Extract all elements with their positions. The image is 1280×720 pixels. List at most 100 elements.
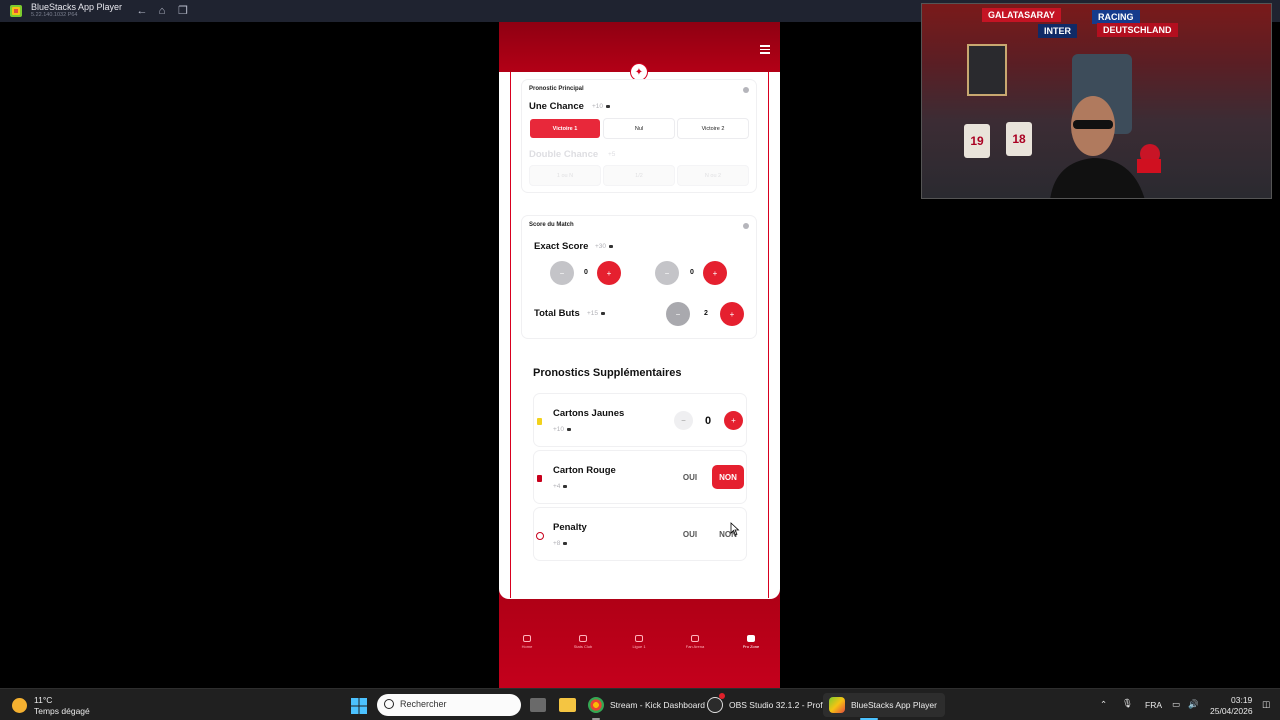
exact-score-title: Exact Score (534, 241, 589, 252)
football-icon (536, 532, 544, 540)
taskbar-app-kick[interactable]: Stream - Kick Dashboard (588, 693, 705, 717)
bottom-nav: Home Stats Club Ligue 1 Fan Arena Pro Zo… (499, 599, 780, 688)
nav-stats-club[interactable]: Stats Club (563, 635, 603, 649)
yellow-cards-plus-button[interactable]: + (724, 411, 743, 430)
scarf-banner: RACING (1092, 10, 1140, 24)
nav-fan-arena[interactable]: Fan Arena (675, 635, 715, 649)
coin-icon (563, 541, 568, 545)
red-card-row: Carton Rouge +4 OUI NON (534, 451, 746, 503)
search-icon (384, 699, 394, 709)
app-screen: ✦ Pronostic Principal Une Chance +10 Vic… (499, 22, 780, 688)
window-version: 5.22.140.1032 P64 (31, 12, 78, 18)
penalty-row: Penalty +8 OUI NON (534, 508, 746, 560)
total-goals-title: Total Buts (534, 308, 580, 319)
scarf-banner: GALATASARAY (982, 8, 1061, 22)
extras-title: Pronostics Supplémentaires (533, 367, 682, 379)
away-score-value: 0 (690, 269, 694, 276)
chevron-up-icon[interactable]: ⌃ (1100, 699, 1107, 710)
bluestacks-icon (829, 697, 845, 713)
total-goals-value: 2 (704, 310, 708, 317)
double-chance-title: Double Chance (529, 149, 599, 160)
red-card-points: +4 (553, 483, 568, 490)
nav-ligue-1[interactable]: Ligue 1 (619, 635, 659, 649)
option-victoire-2[interactable]: Victoire 2 (678, 119, 748, 138)
microphone-icon[interactable]: 🎙 (1122, 698, 1133, 709)
scarf-banner: INTER (1038, 24, 1077, 38)
option-nul[interactable]: Nul (604, 119, 674, 138)
clock-time[interactable]: 03:19 (1231, 695, 1252, 705)
away-score-minus-button[interactable]: − (655, 261, 679, 285)
multi-window-icon[interactable]: ❐ (176, 4, 190, 18)
clock-date[interactable]: 25/04/2026 (1210, 706, 1253, 716)
coin-icon (601, 311, 606, 315)
option-victoire-1[interactable]: Victoire 1 (530, 119, 600, 138)
double-chance-points: +5 (608, 151, 616, 158)
nav-home[interactable]: Home (507, 635, 547, 649)
exact-score-points: +30 (595, 243, 614, 250)
windows-start-icon[interactable] (351, 698, 367, 714)
file-explorer-icon[interactable] (559, 698, 576, 712)
penalty-title: Penalty (553, 522, 587, 533)
score-card: Score du Match Exact Score +30 − 0 + − 0… (522, 216, 756, 338)
taskbar-app-bluestacks[interactable]: BlueStacks App Player (823, 693, 945, 717)
red-card-title: Carton Rouge (553, 465, 616, 476)
jersey-frame: 19 (964, 124, 990, 158)
stats-icon (579, 635, 587, 642)
yellow-cards-minus-button[interactable]: − (674, 411, 693, 430)
red-card-yes-button[interactable]: OUI (677, 465, 703, 489)
language-indicator[interactable]: FRA (1145, 700, 1162, 710)
mouse-cursor-icon (730, 522, 740, 536)
home-score-plus-button[interactable]: + (597, 261, 621, 285)
hamburger-icon[interactable] (760, 45, 770, 54)
red-card-icon (537, 475, 542, 482)
task-view-icon[interactable] (530, 698, 546, 712)
weather-desc[interactable]: Temps dégagé (34, 706, 90, 716)
yellow-cards-title: Cartons Jaunes (553, 408, 625, 419)
one-chance-title: Une Chance (529, 101, 584, 112)
volume-icon[interactable]: 🔊 (1188, 699, 1199, 710)
webcam-overlay: GALATASARAY RACING DEUTSCHLAND INTER 19 … (921, 3, 1272, 199)
jersey-frame: 18 (1006, 122, 1032, 156)
obs-icon (707, 697, 723, 713)
total-goals-plus-button[interactable]: + (720, 302, 744, 326)
option-n-ou-2: N ou 2 (678, 166, 748, 185)
section-label-score: Score du Match (529, 222, 574, 228)
gamepad-icon (747, 635, 755, 642)
info-icon[interactable] (743, 223, 749, 229)
arena-icon (691, 635, 699, 642)
coin-icon (609, 244, 614, 248)
option-1-ou-n: 1 ou N (530, 166, 600, 185)
weather-temp[interactable]: 11°C (34, 695, 52, 705)
notifications-icon[interactable]: ◫ (1262, 699, 1270, 710)
home-icon[interactable]: ⌂ (155, 4, 169, 18)
info-icon[interactable] (743, 87, 749, 93)
scarf-banner: DEUTSCHLAND (1097, 23, 1178, 37)
content-panel: ✦ Pronostic Principal Une Chance +10 Vic… (499, 63, 780, 599)
network-icon[interactable]: ▭ (1172, 699, 1180, 710)
red-card-no-button[interactable]: NON (712, 465, 744, 489)
home-icon (523, 635, 531, 642)
one-chance-points: +10 (592, 103, 611, 110)
yellow-card-icon (537, 418, 542, 425)
window-title: BlueStacks App Player (31, 2, 123, 12)
coin-icon (606, 104, 611, 108)
section-label-main: Pronostic Principal (529, 86, 584, 92)
bluestacks-logo-icon (10, 5, 22, 17)
penalty-points: +8 (553, 540, 568, 547)
home-score-value: 0 (584, 269, 588, 276)
away-score-plus-button[interactable]: + (703, 261, 727, 285)
chrome-icon (588, 697, 604, 713)
nav-pro-zone[interactable]: Pro Zone (731, 635, 771, 649)
total-goals-points: +15 (587, 310, 606, 317)
option-1-2: 1/2 (604, 166, 674, 185)
club-logo-icon: ✦ (630, 63, 648, 81)
penalty-yes-button[interactable]: OUI (677, 522, 703, 546)
yellow-cards-value: 0 (705, 415, 712, 427)
taskbar: 11°C Temps dégagé Rechercher Stream - Ki… (0, 688, 1280, 720)
coin-icon (567, 427, 572, 431)
poster-frame (967, 44, 1007, 96)
total-goals-minus-button[interactable]: − (666, 302, 690, 326)
home-score-minus-button[interactable]: − (550, 261, 574, 285)
back-arrow-icon[interactable]: ← (135, 4, 149, 18)
search-input[interactable]: Rechercher (377, 694, 521, 716)
